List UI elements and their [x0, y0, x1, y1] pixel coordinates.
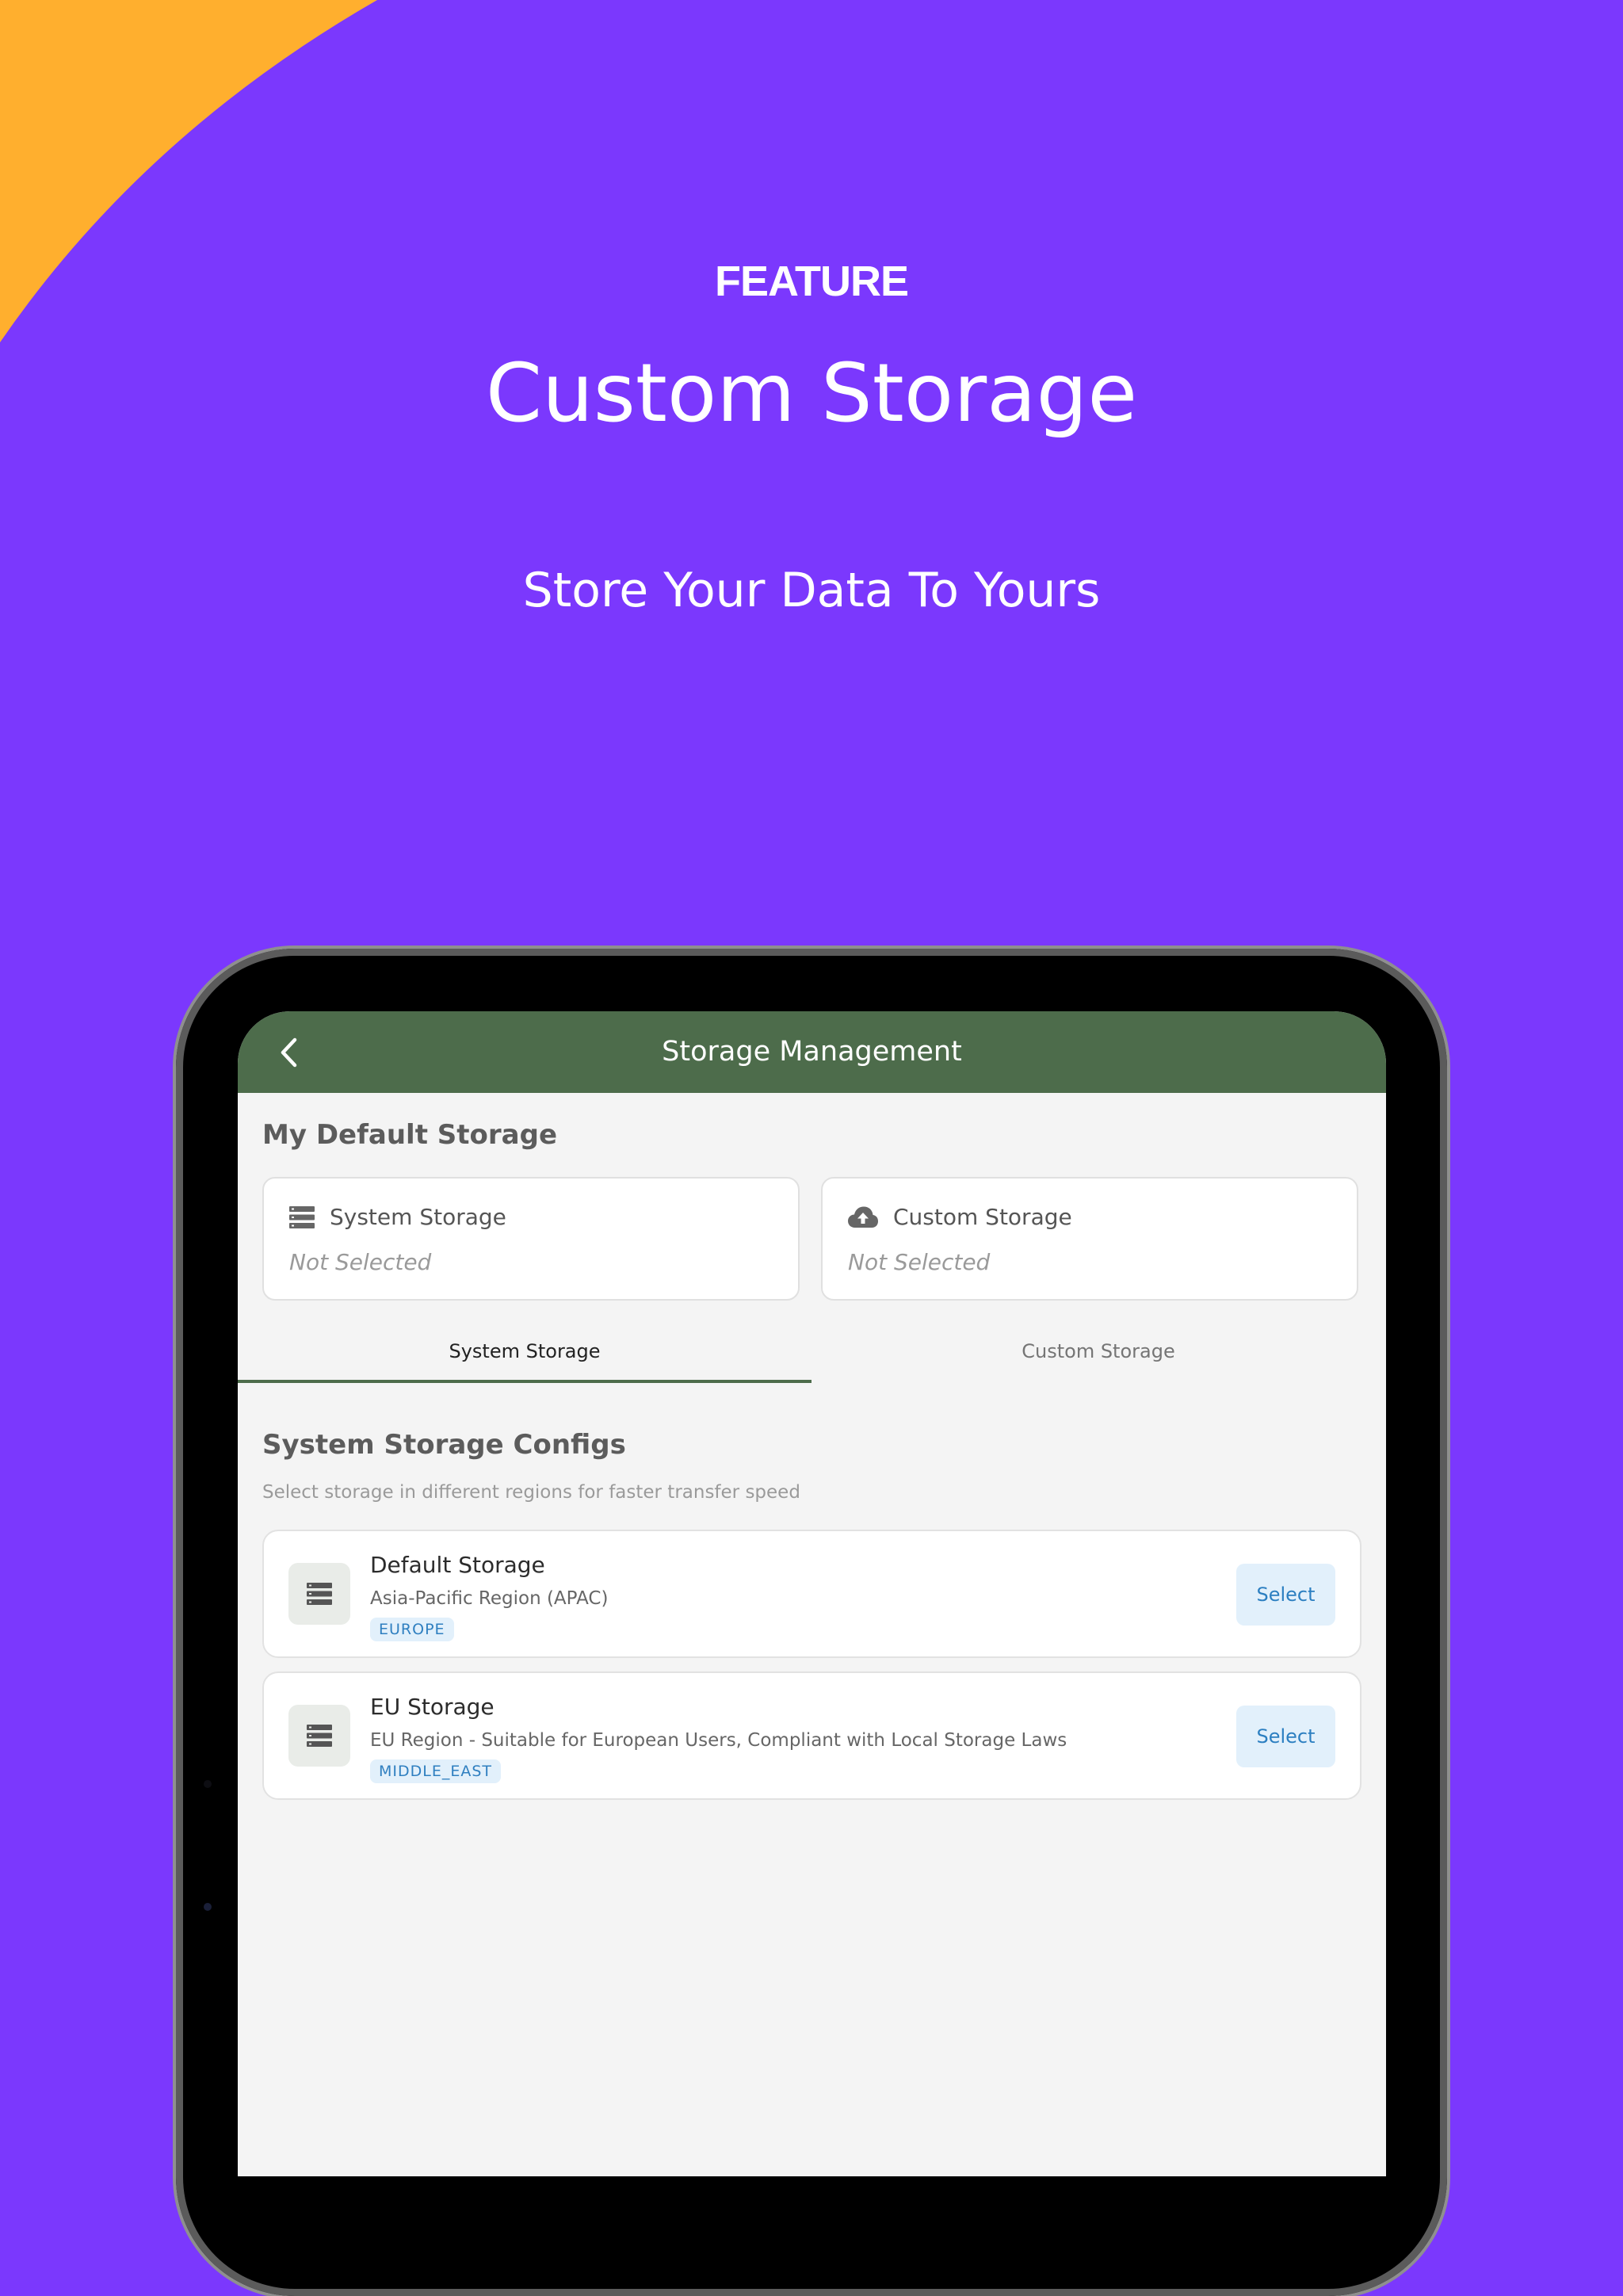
tab-system-storage[interactable]: System Storage — [238, 1320, 812, 1382]
configs-title: System Storage Configs — [262, 1429, 626, 1461]
select-button[interactable]: Select — [1236, 1706, 1335, 1767]
system-storage-label: System Storage — [330, 1204, 506, 1230]
custom-storage-card[interactable]: Custom Storage Not Selected — [821, 1177, 1358, 1301]
storage-description: Asia-Pacific Region (APAC) — [370, 1588, 609, 1609]
custom-storage-state: Not Selected — [848, 1249, 991, 1275]
server-icon — [307, 1583, 332, 1605]
tab-indicator — [238, 1380, 812, 1383]
list-item: EU Storage EU Region - Suitable for Euro… — [262, 1671, 1361, 1800]
region-tag: EUROPE — [370, 1618, 454, 1641]
default-storage-title: My Default Storage — [262, 1119, 558, 1151]
system-storage-state: Not Selected — [289, 1249, 432, 1275]
server-icon — [307, 1725, 332, 1747]
sensor-dot — [204, 1903, 212, 1911]
system-storage-card[interactable]: System Storage Not Selected — [262, 1177, 800, 1301]
app-title: Storage Management — [662, 1036, 962, 1068]
app-screen: Storage Management My Default Storage Sy… — [238, 1011, 1386, 2176]
list-item: Default Storage Asia-Pacific Region (APA… — [262, 1530, 1361, 1658]
custom-storage-label: Custom Storage — [893, 1204, 1072, 1230]
cloud-upload-icon — [848, 1206, 878, 1228]
feature-kicker: FEATURE — [715, 258, 909, 305]
storage-icon-box — [288, 1705, 350, 1767]
camera-dot — [204, 1780, 212, 1788]
configs-description: Select storage in different regions for … — [262, 1482, 800, 1503]
storage-description: EU Region - Suitable for European Users,… — [370, 1730, 1067, 1751]
feature-subtitle: Store Your Data To Yours — [522, 563, 1101, 618]
storage-icon-box — [288, 1563, 350, 1625]
server-icon — [289, 1205, 315, 1228]
select-button[interactable]: Select — [1236, 1564, 1335, 1626]
feature-title: Custom Storage — [485, 346, 1138, 441]
storage-name: EU Storage — [370, 1694, 495, 1720]
tab-custom-storage[interactable]: Custom Storage — [812, 1320, 1385, 1382]
storage-tabs: System Storage Custom Storage — [238, 1320, 1386, 1384]
app-bar: Storage Management — [238, 1011, 1386, 1093]
storage-name: Default Storage — [370, 1552, 545, 1578]
region-tag: MIDDLE_EAST — [370, 1759, 502, 1783]
